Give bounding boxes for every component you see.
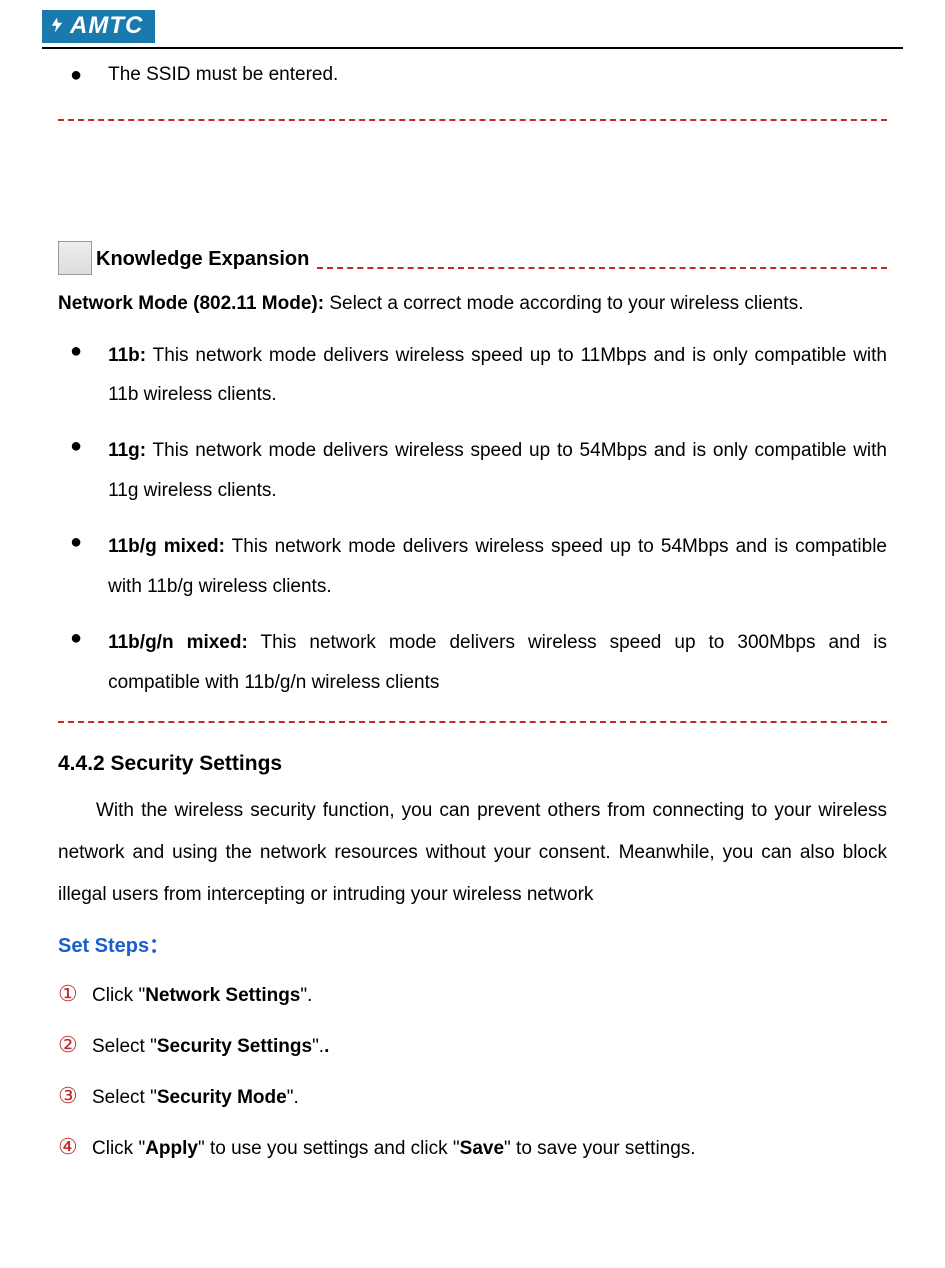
step-3: ③ Select "Security Mode". [58, 1078, 887, 1115]
step-2: ② Select "Security Settings".. [58, 1027, 887, 1064]
step-text: Select "Security Mode". [92, 1081, 887, 1115]
step-bold: Security Settings [157, 1036, 312, 1057]
list-item: ● 11g: This network mode delivers wirele… [70, 431, 887, 511]
ssid-note: ● The SSID must be entered. [58, 61, 887, 90]
section-heading: 4.4.2 Security Settings [58, 747, 887, 781]
mode-text: This network mode delivers wireless spee… [108, 440, 887, 501]
dashed-line [317, 267, 887, 269]
mode-text: This network mode delivers wireless spee… [108, 345, 887, 406]
network-mode-intro: Network Mode (802.11 Mode): Select a cor… [58, 289, 887, 319]
book-icon [58, 241, 92, 275]
bullet-icon: ● [70, 623, 82, 703]
mode-11b: 11b: This network mode delivers wireless… [108, 336, 887, 416]
mode-11g: 11g: This network mode delivers wireless… [108, 431, 887, 511]
step-text: Select "Security Settings".. [92, 1030, 887, 1064]
step-1: ① Click "Network Settings". [58, 976, 887, 1013]
step-number-icon: ③ [58, 1078, 92, 1113]
mode-label: 11g: [108, 440, 146, 461]
bullet-icon: ● [70, 336, 82, 416]
mode-11bgn: 11b/g/n mixed: This network mode deliver… [108, 623, 887, 703]
list-item: ● 11b: This network mode delivers wirele… [70, 336, 887, 416]
logo-text: AMTC [70, 12, 143, 39]
step-text: Click "Network Settings". [92, 979, 887, 1013]
mode-label: 11b/g mixed: [108, 536, 225, 557]
network-mode-list: ● 11b: This network mode delivers wirele… [58, 336, 887, 703]
document-body: ● The SSID must be entered. Knowledge Ex… [0, 61, 945, 1167]
step-bold: Save [460, 1138, 504, 1159]
step-number-icon: ② [58, 1027, 92, 1062]
mode-text: This network mode delivers wireless spee… [108, 536, 887, 597]
bolt-icon [48, 13, 66, 41]
step-4: ④ Click "Apply" to use you settings and … [58, 1129, 887, 1166]
list-item: ● 11b/g/n mixed: This network mode deliv… [70, 623, 887, 703]
mode-11bg: 11b/g mixed: This network mode delivers … [108, 527, 887, 607]
step-number-icon: ① [58, 976, 92, 1011]
step-text: Click "Apply" to use you settings and cl… [92, 1132, 887, 1166]
step-bold: Security Mode [157, 1087, 287, 1108]
mode-label: 11b/g/n mixed: [108, 632, 248, 653]
knowledge-expansion-heading: Knowledge Expansion [58, 241, 887, 275]
bullet-icon: ● [70, 527, 82, 607]
dashed-divider [58, 721, 887, 723]
brand-logo: AMTC [42, 10, 155, 43]
bullet-icon: ● [70, 431, 82, 511]
bullet-icon: ● [70, 61, 82, 90]
header-rule [42, 47, 903, 49]
network-mode-label: Network Mode (802.11 Mode): [58, 293, 324, 314]
dashed-divider [58, 119, 887, 121]
step-number-icon: ④ [58, 1129, 92, 1164]
list-item: ● 11b/g mixed: This network mode deliver… [70, 527, 887, 607]
mode-label: 11b: [108, 345, 146, 366]
step-bold: Apply [145, 1138, 198, 1159]
page-header: AMTC [0, 0, 945, 47]
steps-list: ① Click "Network Settings". ② Select "Se… [58, 976, 887, 1167]
network-mode-text: Select a correct mode according to your … [324, 293, 803, 314]
ssid-note-text: The SSID must be entered. [108, 61, 338, 90]
knowledge-title: Knowledge Expansion [96, 243, 309, 275]
step-bold: Network Settings [145, 985, 300, 1006]
set-steps-label: Set Steps： [58, 930, 887, 962]
security-intro: With the wireless security function, you… [58, 790, 887, 915]
